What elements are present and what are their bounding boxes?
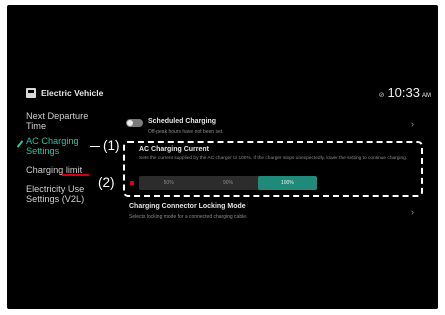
ac-charging-current-description: Sets the current supplied by the AC char… (139, 156, 408, 161)
locking-mode-title: Charging Connector Locking Mode (129, 203, 246, 210)
chevron-right-icon: › (411, 207, 414, 217)
option-50-percent[interactable]: 50% (139, 176, 198, 190)
wireless-icon: ⊘ (378, 92, 385, 99)
option-100-percent[interactable]: 100% (257, 176, 317, 190)
clock-time: 10:33 (387, 85, 420, 100)
ac-charging-current-title: AC Charging Current (139, 146, 209, 153)
callout-1-leader (90, 146, 100, 147)
scheduled-charging-toggle[interactable] (126, 119, 143, 127)
callout-2: (2) (97, 175, 116, 190)
option-90-percent[interactable]: 90% (198, 176, 257, 190)
sidebar-item-label: Time (26, 120, 47, 131)
scheduled-charging-title: Scheduled Charging (148, 118, 217, 125)
locking-mode-description: Selects locking mode for a connected cha… (129, 214, 248, 220)
electric-vehicle-icon (26, 88, 36, 98)
toggle-knob (127, 120, 133, 126)
ac-current-selector[interactable]: 50% 90% 100% (139, 176, 317, 190)
highlight-marker (130, 181, 134, 185)
chevron-right-icon: › (411, 119, 414, 129)
header-left: Electric Vehicle (26, 88, 103, 98)
sidebar-item-label: Settings (V2L) (26, 193, 85, 204)
scheduled-charging-description: Off-peak hours have not been set. (148, 129, 224, 135)
clock-ampm: AM (422, 93, 431, 99)
sidebar-item-next-departure-time[interactable]: Next Departure Time (26, 111, 124, 131)
callout-1: (1) (102, 138, 121, 153)
page-title: Electric Vehicle (41, 88, 104, 98)
status-clock: ⊘ 10:33 AM (379, 85, 431, 100)
